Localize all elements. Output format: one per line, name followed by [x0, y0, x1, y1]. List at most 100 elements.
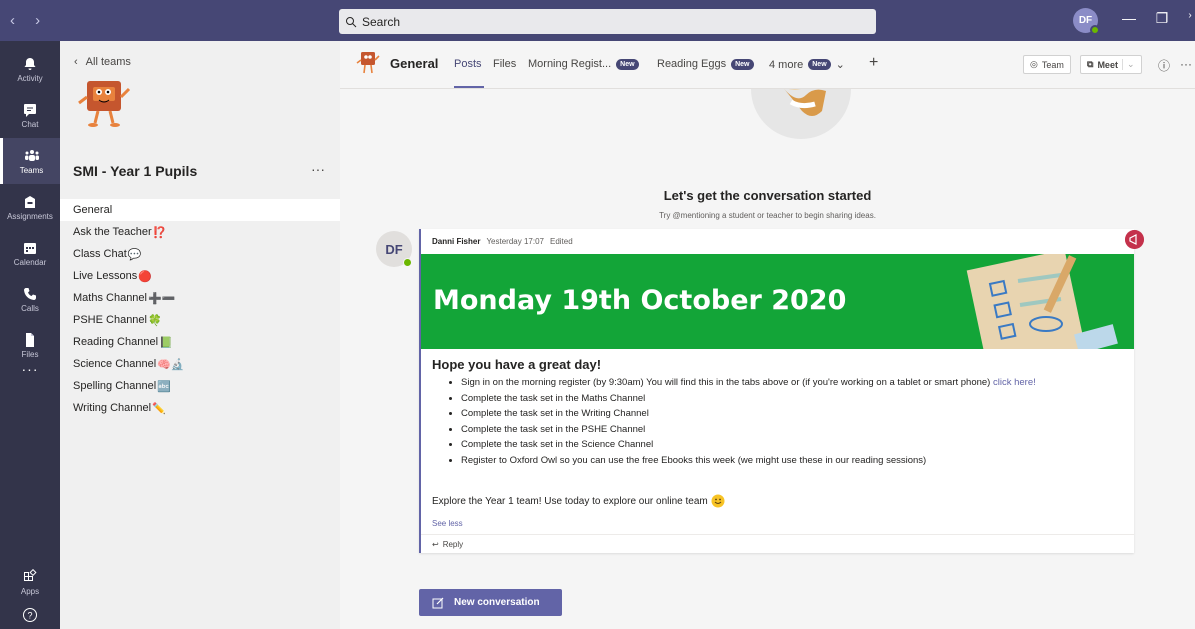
new-badge: New	[808, 59, 831, 70]
channel-item-maths[interactable]: Maths Channel ➕➖	[60, 287, 340, 309]
rail-apps[interactable]: Apps	[0, 559, 60, 605]
channel-emoji: ➕➖	[148, 292, 176, 305]
rail-calendar[interactable]: Calendar	[0, 230, 60, 276]
banner-title: Monday 19th October 2020	[433, 285, 847, 316]
assignments-icon	[25, 195, 35, 208]
active-tab-indicator	[454, 86, 484, 88]
info-icon[interactable]: ⓘ	[1158, 57, 1170, 74]
more-options-icon[interactable]: ···	[1180, 57, 1192, 71]
channel-label: Maths Channel	[73, 292, 147, 304]
rail-label: Chat	[21, 119, 39, 129]
tab-more[interactable]: 4 more New ⌄	[769, 58, 845, 72]
status-badge	[403, 258, 412, 267]
list-item: Complete the task set in the PSHE Channe…	[461, 422, 1122, 438]
rail-help[interactable]: ?	[0, 601, 60, 629]
channel-emoji: 💬	[127, 248, 142, 261]
channel-emoji: ✏️	[152, 402, 166, 415]
list-item-text: Complete the task set in the Maths Chann…	[461, 392, 646, 404]
search-placeholder: Search	[362, 14, 401, 29]
all-teams-link[interactable]: ‹ All teams	[74, 56, 131, 68]
channel-label: Spelling Channel	[73, 380, 157, 392]
tab-morning-register[interactable]: Morning Regist... New	[528, 58, 639, 70]
post-card: Danni Fisher Yesterday 17:07 Edited Mond…	[419, 229, 1144, 553]
close-button[interactable]: ›	[1180, 10, 1195, 21]
tab-files[interactable]: Files	[493, 58, 516, 70]
channel-item-ask-the-teacher[interactable]: Ask the Teacher ⁉️	[60, 221, 340, 243]
channel-item-live-lessons[interactable]: Live Lessons 🔴	[60, 265, 340, 287]
nav-arrows[interactable]: ‹ ›	[10, 12, 48, 29]
list-item: Sign in on the morning register (by 9:30…	[461, 375, 1122, 391]
see-less-link[interactable]: See less	[432, 519, 463, 528]
list-item: Complete the task set in the Science Cha…	[461, 437, 1122, 453]
channel-emoji: 🍀	[148, 314, 162, 327]
list-item: Register to Oxford Owl so you can use th…	[461, 453, 1122, 469]
welcome-subtitle: Try @mentioning a student or teacher to …	[659, 211, 876, 220]
rail-more-button[interactable]: ···	[0, 361, 60, 377]
apps-icon	[24, 568, 37, 581]
channel-item-writing[interactable]: Writing Channel ✏️	[60, 397, 340, 419]
explore-label: Explore the Year 1 team! Use today to ex…	[432, 495, 708, 507]
post-body: Hope you have a great day! Sign in on th…	[432, 357, 1122, 468]
team-button[interactable]: ◎ Team	[1023, 55, 1071, 74]
rail-assignments[interactable]: Assignments	[0, 184, 60, 230]
channel-item-general[interactable]: General	[60, 199, 340, 221]
bell-icon	[24, 57, 36, 70]
rail-label: Calendar	[13, 257, 47, 267]
channel-label: Live Lessons	[73, 270, 138, 282]
smiley-icon	[711, 494, 725, 508]
new-badge: New	[616, 58, 639, 70]
list-item-text: Complete the task set in the Science Cha…	[461, 439, 654, 450]
rail-activity[interactable]: Activity	[0, 46, 60, 92]
channel-label: General	[73, 204, 113, 216]
new-conversation-button[interactable]: New conversation	[419, 589, 562, 616]
avatar[interactable]: DF	[1073, 8, 1100, 35]
phone-icon	[24, 287, 36, 300]
tab-label: Morning Regist...	[528, 58, 612, 70]
title-bar: ‹ › Search DF — ❐ ›	[0, 0, 1195, 41]
welcome-title: Let's get the conversation started	[663, 188, 872, 203]
search-input[interactable]: Search	[339, 9, 876, 34]
channel-label: Ask the Teacher	[73, 226, 152, 238]
tab-label: Posts	[454, 58, 482, 70]
list-item-text: Sign in on the morning register (by 9:30…	[461, 377, 991, 388]
list-item-text: Complete the task set in the PSHE Channe…	[461, 423, 646, 435]
file-icon	[26, 332, 34, 347]
chevron-down-icon[interactable]: ⌄	[1121, 59, 1135, 70]
maximize-button[interactable]: ❐	[1152, 10, 1172, 27]
meet-button[interactable]: ⧉ Meet ⌄	[1080, 55, 1142, 74]
status-badge	[1090, 25, 1100, 35]
team-more-button[interactable]: ···	[311, 161, 325, 177]
channel-item-class-chat[interactable]: Class Chat 💬	[60, 243, 340, 265]
post-heading: Hope you have a great day!	[432, 357, 602, 372]
tab-reading-eggs[interactable]: Reading Eggs New	[657, 58, 754, 70]
add-tab-button[interactable]: +	[869, 54, 878, 72]
task-list: Sign in on the morning register (by 9:30…	[461, 375, 1122, 468]
channel-item-science[interactable]: Science Channel 🧠🔬	[60, 353, 340, 375]
list-item-text: Complete the task set in the Writing Cha…	[461, 408, 649, 419]
post-author-avatar[interactable]: DF	[376, 231, 412, 267]
channel-item-spelling[interactable]: Spelling Channel 🔤	[60, 375, 340, 397]
tab-label: 4 more	[769, 58, 804, 71]
tab-posts[interactable]: Posts	[454, 58, 482, 70]
rail-chat[interactable]: Chat	[0, 92, 60, 138]
avatar-initials: DF	[1078, 15, 1093, 26]
new-badge: New	[731, 58, 754, 70]
announcement-icon	[1125, 230, 1144, 249]
app-rail: Activity Chat Teams Assignments Calendar…	[0, 41, 60, 629]
click-here-link[interactable]: click here!	[993, 377, 1036, 388]
channel-item-pshe[interactable]: PSHE Channel 🍀	[60, 309, 340, 331]
meet-button-label: Meet	[1097, 59, 1118, 70]
rail-label: Activity	[17, 73, 43, 83]
channel-item-reading[interactable]: Reading Channel 📗	[60, 331, 340, 353]
reply-icon: ↩	[432, 539, 439, 549]
new-conversation-label: New conversation	[454, 597, 540, 608]
rail-teams[interactable]: Teams	[0, 138, 60, 184]
minimize-button[interactable]: —	[1119, 10, 1139, 26]
rail-calls[interactable]: Calls	[0, 276, 60, 322]
reply-button[interactable]: ↩ Reply	[421, 534, 1134, 553]
reply-label: Reply	[442, 539, 464, 549]
channel-emoji: 🧠🔬	[157, 358, 185, 371]
eye-icon: ◎	[1030, 59, 1038, 69]
post-author: Danni Fisher	[432, 237, 481, 246]
channel-label: PSHE Channel	[73, 314, 147, 326]
